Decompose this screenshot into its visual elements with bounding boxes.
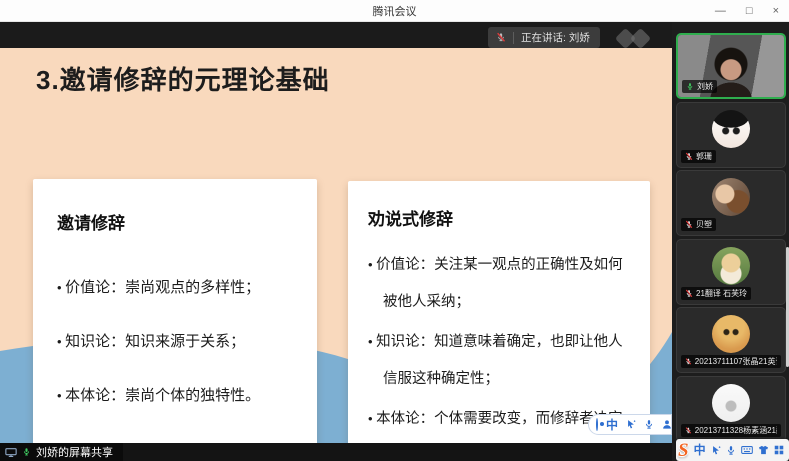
- ime-badge-icon[interactable]: [596, 418, 598, 431]
- participant-name-badge: 刘娇: [682, 80, 717, 93]
- participant-name-badge: 20213711328杨素涵21翻译: [681, 424, 781, 437]
- ime-toolbar-shared[interactable]: 中: [588, 414, 672, 435]
- mic-off-icon: [685, 220, 693, 229]
- mic-off-icon: [685, 289, 693, 298]
- monitor-icon: [5, 447, 17, 458]
- avatar: [712, 110, 750, 148]
- toolbox-icon[interactable]: [774, 445, 784, 455]
- bullet-item: 价值论：崇尚观点的多样性；: [57, 276, 295, 297]
- microphone-icon[interactable]: [644, 419, 654, 430]
- participant-name: 刘娇: [697, 81, 713, 92]
- person-icon[interactable]: [662, 419, 672, 430]
- speaking-label: 正在讲话: 刘娇: [521, 30, 590, 45]
- bullet-item: 知识论：知道意味着确定，也即让他人信服这种确定性；: [368, 323, 634, 398]
- pointer-icon[interactable]: [626, 419, 636, 430]
- microphone-icon[interactable]: [726, 445, 736, 456]
- mic-off-icon: [685, 357, 692, 366]
- sogou-logo-icon[interactable]: S: [678, 441, 689, 460]
- window-titlebar: 腾讯会议 — □ ×: [0, 0, 789, 22]
- avatar: [712, 247, 750, 285]
- minimize-button[interactable]: —: [715, 0, 726, 22]
- screen-share-banner: 刘娇的屏幕共享: [0, 443, 123, 461]
- tencent-meeting-logo-icon: [612, 28, 664, 50]
- participant-tile-liujiao[interactable]: 刘娇: [676, 33, 786, 99]
- participant-name: 20213711328杨素涵21翻译: [695, 425, 777, 436]
- participant-name: 20213711107张晶21英语…: [695, 356, 777, 367]
- keyboard-icon[interactable]: [741, 445, 753, 455]
- participant-tile[interactable]: 21翻译 石芙玲: [676, 239, 786, 305]
- avatar: [712, 315, 750, 353]
- window-controls: — □ ×: [715, 0, 779, 22]
- participant-name: 21翻译 石芙玲: [696, 288, 747, 299]
- participant-tile[interactable]: 20213711328杨素涵21翻译: [676, 376, 786, 442]
- close-button[interactable]: ×: [773, 0, 779, 22]
- slide-title: 3.邀请修辞的元理论基础: [36, 60, 330, 97]
- chinese-mode-indicator[interactable]: 中: [694, 444, 706, 456]
- invitational-rhetoric-card: 邀请修辞 价值论：崇尚观点的多样性； 知识论：知识来源于关系； 本体论：崇尚个体…: [33, 179, 317, 443]
- card-bullet-list: 价值论：崇尚观点的多样性； 知识论：知识来源于关系； 本体论：崇尚个体的独特性。: [57, 276, 295, 405]
- divider: [513, 32, 514, 44]
- card-bullet-list: 价值论：关注某一观点的正确性及如何被他人采纳； 知识论：知道意味着确定，也即让他…: [368, 246, 634, 443]
- ime-toolbar[interactable]: S 中: [676, 439, 789, 461]
- participant-name-badge: 郭珊: [681, 150, 716, 163]
- bullet-item: 知识论：知识来源于关系；: [57, 330, 295, 351]
- participant-tile[interactable]: 20213711107张晶21英语…: [676, 307, 786, 373]
- bullet-item: 价值论：关注某一观点的正确性及如何被他人采纳；: [368, 246, 634, 321]
- participant-name: 贝塑: [696, 219, 712, 230]
- avatar: [712, 384, 750, 422]
- mic-off-icon: [496, 32, 506, 43]
- maximize-button[interactable]: □: [746, 0, 753, 22]
- participant-name-badge: 20213711107张晶21英语…: [681, 355, 781, 368]
- window-title: 腾讯会议: [373, 3, 417, 19]
- sidebar-scrollbar[interactable]: [786, 247, 789, 367]
- participant-name-badge: 21翻译 石芙玲: [681, 287, 751, 300]
- participant-name: 郭珊: [696, 151, 712, 162]
- avatar: [712, 178, 750, 216]
- participant-sidebar: 刘娇 郭珊 贝塑 21翻译 石芙玲 20213711107张晶21英语…: [672, 22, 789, 461]
- share-banner-label: 刘娇的屏幕共享: [36, 444, 113, 460]
- mic-on-icon: [686, 82, 694, 91]
- chinese-mode-indicator[interactable]: 中: [606, 419, 618, 431]
- mic-off-icon: [685, 152, 693, 161]
- skin-icon[interactable]: [758, 445, 769, 455]
- card-heading: 邀请修辞: [57, 209, 295, 234]
- participant-tile[interactable]: 郭珊: [676, 102, 786, 168]
- mic-off-icon: [685, 426, 692, 435]
- pointer-icon[interactable]: [711, 445, 721, 456]
- participant-name-badge: 贝塑: [681, 218, 716, 231]
- shared-screen-slide: 3.邀请修辞的元理论基础 邀请修辞 价值论：崇尚观点的多样性； 知识论：知识来源…: [0, 48, 672, 443]
- mic-on-icon: [22, 447, 31, 457]
- bullet-item: 本体论：崇尚个体的独特性。: [57, 384, 295, 405]
- speaking-indicator: 正在讲话: 刘娇: [488, 27, 600, 48]
- persuasive-rhetoric-card: 劝说式修辞 价值论：关注某一观点的正确性及如何被他人采纳； 知识论：知道意味着确…: [348, 181, 650, 443]
- participant-tile[interactable]: 贝塑: [676, 170, 786, 236]
- card-heading: 劝说式修辞: [368, 205, 634, 230]
